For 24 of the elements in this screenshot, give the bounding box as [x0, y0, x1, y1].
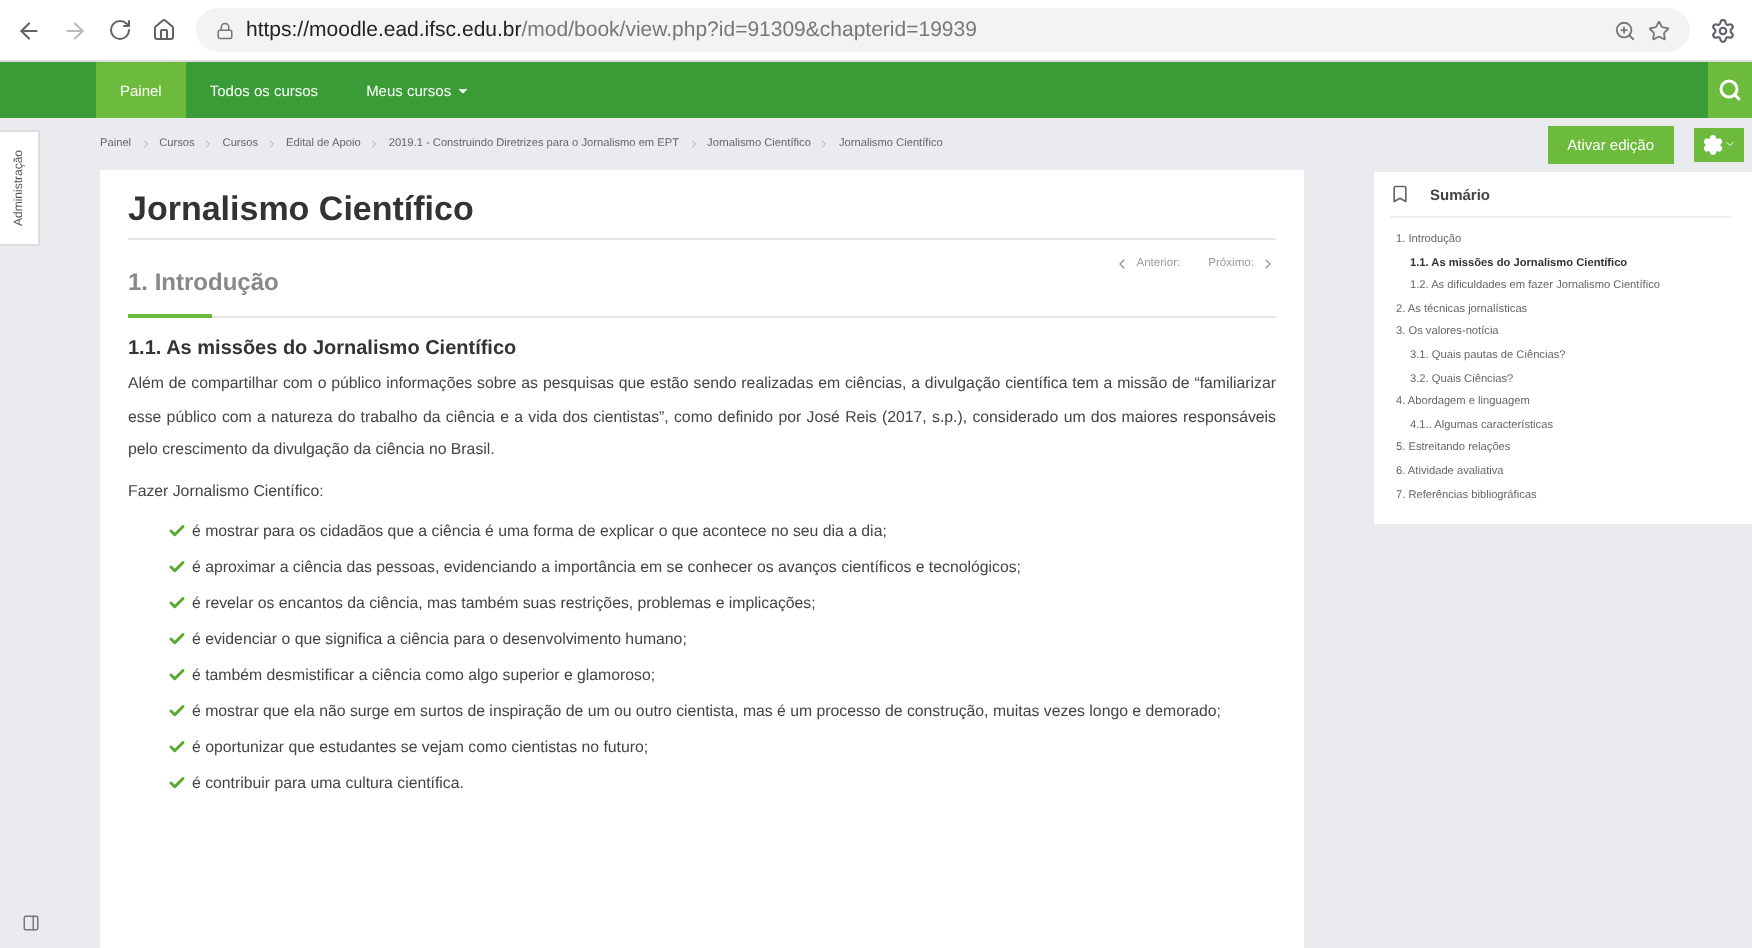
url-text: https://moodle.ead.ifsc.edu.br/mod/book/view.php?id=91309&chapterid=19939: [246, 18, 977, 42]
lock-icon: [216, 21, 234, 39]
panel-toggle-icon[interactable]: [21, 914, 39, 932]
star-icon[interactable]: [1648, 19, 1670, 41]
caret-icon: [1724, 138, 1736, 150]
zoom-icon[interactable]: [1614, 19, 1636, 41]
back-icon[interactable]: [16, 17, 42, 43]
settings-menu-button[interactable]: [1694, 127, 1744, 161]
chevron-right-icon: [1260, 256, 1276, 272]
address-bar[interactable]: https://moodle.ead.ifsc.edu.br/mod/book/view.php?id=91309&chapterid=19939: [196, 8, 1690, 52]
reload-icon[interactable]: [108, 18, 132, 42]
chevron-icon: [368, 138, 381, 150]
bookmark-icon: [1390, 184, 1410, 204]
chevron-icon: [818, 138, 831, 150]
chevron-icon: [139, 138, 152, 150]
chevron-icon: [202, 138, 215, 150]
chevron-icon: [687, 138, 700, 150]
book-title: Jornalismo Científico: [128, 190, 1276, 240]
section-heading: 1.1. As missões do Jornalismo Científico: [128, 338, 519, 360]
search-icon: [1718, 78, 1742, 102]
chevron-icon: [266, 138, 278, 150]
home-icon[interactable]: [152, 18, 176, 42]
search-button[interactable]: [1708, 62, 1752, 118]
chapter-title: 1. Introdução: [128, 268, 279, 296]
